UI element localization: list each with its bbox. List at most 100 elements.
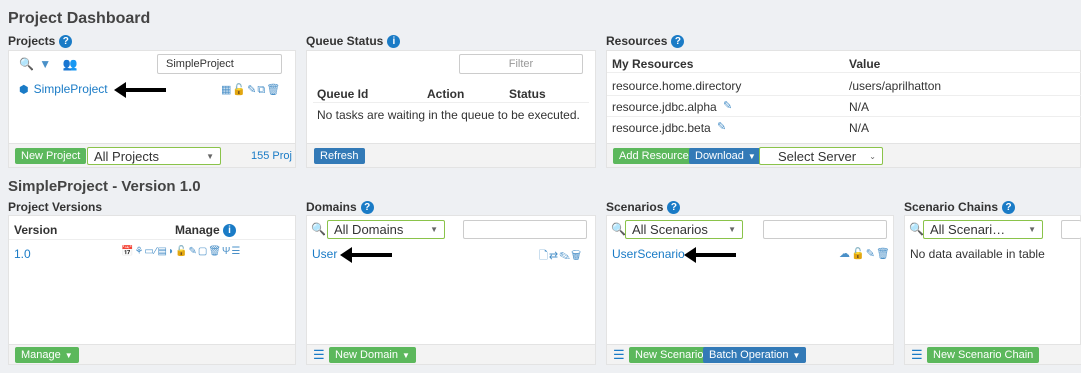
project-actions: ▦🔓✎⧉🗑: [221, 83, 281, 97]
server-select[interactable]: Select Server ⌄: [759, 147, 883, 165]
scenarios-panel: 🔍 All Scenarios ▼ UserScenario ☁🔓✎🗑 ☰ New…: [606, 215, 894, 365]
queue-filter-input[interactable]: Filter: [459, 54, 583, 74]
fork-icon[interactable]: Ψ: [222, 246, 231, 257]
file-icon[interactable]: ▤: [158, 246, 168, 257]
chains-footer: ☰ New Scenario Chain: [905, 344, 1081, 364]
manage-button[interactable]: Manage ▼: [15, 347, 79, 363]
chevron-down-icon: ▼: [430, 225, 438, 234]
search-icon[interactable]: 🔍: [909, 222, 924, 236]
resources-title: Resources?: [606, 34, 685, 48]
domains-title: Domains?: [306, 200, 374, 214]
swap-icon[interactable]: ⇄: [549, 250, 559, 262]
leaf-icon[interactable]: ◗: [168, 246, 175, 257]
table-row: resource.jdbc.alpha ✎ N/A: [607, 96, 1081, 117]
trash-icon[interactable]: 🗑: [571, 250, 582, 262]
projects-footer: New Project All Projects ▼ 155 Proj: [9, 143, 295, 167]
refresh-button[interactable]: Refresh: [314, 148, 365, 164]
unlock-icon[interactable]: 🔓: [175, 246, 188, 257]
chains-panel: 🔍 All Scenari… ▼ No data available in tab…: [904, 215, 1081, 365]
scenarios-footer: ☰ New Scenario Batch Operation ▼: [607, 344, 893, 364]
copy-icon[interactable]: ▢: [198, 246, 208, 257]
cloud-icon[interactable]: ☁: [839, 248, 851, 260]
project-list-item[interactable]: ⬢ SimpleProject: [19, 82, 108, 96]
projects-title: Projects?: [8, 34, 73, 48]
file-icon[interactable]: 🗋: [539, 250, 549, 262]
version-title: SimpleProject - Version 1.0: [8, 178, 201, 195]
queue-empty-text: No tasks are waiting in the queue to be …: [317, 108, 580, 122]
trash-icon[interactable]: 🗑: [208, 246, 222, 257]
search-icon[interactable]: 🔍: [611, 222, 626, 236]
resources-table-header: My Resources Value: [607, 55, 1081, 73]
new-scenario-button[interactable]: New Scenario: [629, 347, 710, 363]
domain-actions: 🗋⇄✎🗑: [539, 247, 582, 266]
search-icon[interactable]: 🔍: [311, 222, 326, 236]
info-icon[interactable]: ?: [360, 200, 374, 214]
edit-icon[interactable]: ✎: [189, 246, 198, 257]
project-search-input[interactable]: SimpleProject: [157, 54, 282, 74]
users-icon[interactable]: 👥: [63, 57, 79, 71]
arrow-pointer: [684, 247, 736, 263]
chevron-down-icon: ▼: [1028, 225, 1036, 234]
project-link[interactable]: SimpleProject: [34, 82, 108, 96]
filter-icon[interactable]: ▼: [39, 57, 52, 71]
hierarchy-icon[interactable]: ⚘: [134, 246, 144, 257]
lock-icon[interactable]: 🔓: [232, 84, 247, 96]
project-filter-select[interactable]: All Projects ▼: [87, 147, 221, 165]
chains-empty-text: No data available in table: [910, 247, 1045, 261]
chain-filter-select[interactable]: All Scenari… ▼: [923, 220, 1043, 239]
arrow-pointer: [340, 247, 392, 263]
arrow-pointer: [114, 82, 166, 98]
queue-title: Queue Status i: [306, 34, 401, 48]
info-icon[interactable]: i: [223, 224, 236, 237]
edit-icon[interactable]: ✎: [723, 99, 733, 112]
resources-panel: My Resources Value resource.home.directo…: [606, 50, 1081, 168]
caret-down-icon: ▼: [401, 350, 410, 360]
caret-down-icon: ▼: [747, 151, 756, 161]
info-icon[interactable]: ?: [671, 34, 685, 48]
trash-icon[interactable]: 🗑: [876, 248, 891, 260]
domain-filter-select[interactable]: All Domains ▼: [327, 220, 445, 239]
table-row: resource.home.directory /users/aprilhatt…: [607, 75, 1081, 96]
menu-icon[interactable]: ☰: [613, 347, 625, 363]
edit-icon[interactable]: ✎: [559, 250, 571, 262]
info-icon[interactable]: ?: [59, 34, 73, 48]
domain-search-input[interactable]: [463, 220, 587, 239]
scenario-search-input[interactable]: [763, 220, 887, 239]
version-link[interactable]: 1.0: [14, 247, 31, 261]
download-button[interactable]: Download ▼: [689, 148, 762, 164]
grid-icon[interactable]: ▦: [221, 84, 232, 96]
chevron-down-icon: ⌄: [869, 151, 876, 161]
menu-icon[interactable]: ☰: [911, 347, 923, 363]
trash-icon[interactable]: 🗑: [266, 84, 281, 96]
add-resource-button[interactable]: Add Resource: [613, 148, 695, 164]
caret-down-icon: ▼: [792, 350, 801, 360]
versions-title: Project Versions: [8, 200, 103, 214]
unlock-icon[interactable]: 🔓: [851, 248, 866, 260]
batch-operation-button[interactable]: Batch Operation ▼: [703, 347, 807, 363]
queue-panel: Filter Queue Id Action Status No tasks a…: [306, 50, 596, 168]
info-icon[interactable]: ?: [667, 200, 681, 214]
new-scenario-chain-button[interactable]: New Scenario Chain: [927, 347, 1040, 363]
copy-icon[interactable]: ⧉: [257, 84, 266, 96]
search-icon[interactable]: 🔍: [19, 57, 35, 71]
new-domain-button[interactable]: New Domain ▼: [329, 347, 416, 363]
table-icon[interactable]: ▭: [144, 246, 154, 257]
domain-link[interactable]: User: [312, 247, 337, 261]
page-title: Project Dashboard: [8, 10, 151, 27]
menu-icon[interactable]: ☰: [231, 246, 241, 257]
edit-icon[interactable]: ✎: [247, 84, 257, 96]
chain-search-input[interactable]: [1061, 220, 1081, 239]
new-project-button[interactable]: New Project: [15, 148, 87, 164]
scenario-link[interactable]: UserScenario: [612, 247, 685, 261]
calendar-icon[interactable]: 📅: [121, 246, 134, 257]
info-icon[interactable]: i: [387, 34, 401, 48]
edit-icon[interactable]: ✎: [866, 248, 876, 260]
queue-footer: Refresh: [307, 143, 595, 167]
chevron-down-icon: ▼: [728, 225, 736, 234]
menu-icon[interactable]: ☰: [313, 347, 325, 363]
domains-panel: 🔍 All Domains ▼ User 🗋⇄✎🗑 ☰ New Domain ▼: [306, 215, 596, 365]
edit-icon[interactable]: ✎: [717, 120, 727, 133]
scenario-filter-select[interactable]: All Scenarios ▼: [625, 220, 743, 239]
table-row: resource.jdbc.beta ✎ N/A: [612, 120, 870, 135]
info-icon[interactable]: ?: [1002, 200, 1016, 214]
